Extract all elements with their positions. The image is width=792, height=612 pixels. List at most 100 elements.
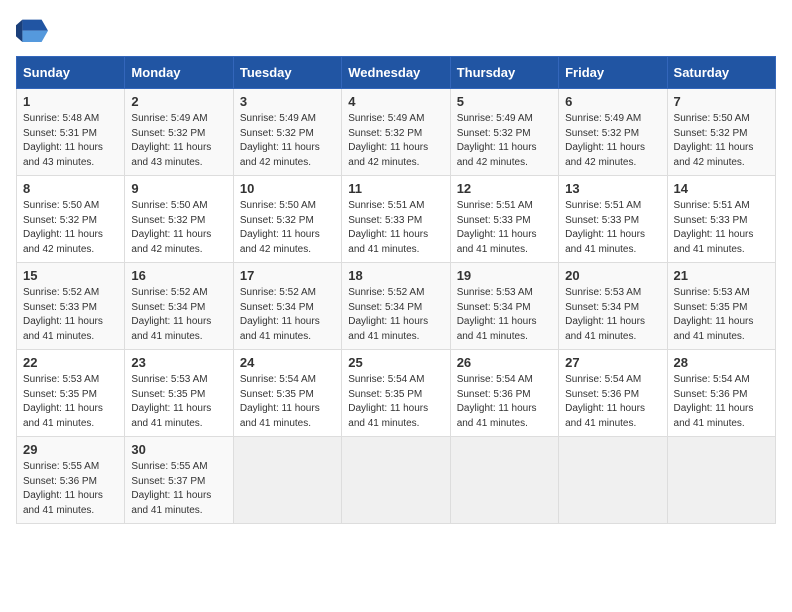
day-info: Sunrise: 5:53 AMSunset: 5:35 PMDaylight:… <box>131 373 226 431</box>
day-cell: 21 Sunrise: 5:53 AMSunset: 5:35 PMDayligh… <box>667 263 775 350</box>
day-cell: 11Sunrise: 5:51 AMSunset: 5:33 PMDayligh… <box>342 176 450 263</box>
calendar-header: SundayMondayTuesdayWednesdayThursdayFrid… <box>17 57 776 89</box>
day-info: Sunrise: 5:54 AMSunset: 5:36 PMDaylight:… <box>565 373 660 431</box>
column-header-sunday: Sunday <box>17 57 125 89</box>
day-info: Sunrise: 5:54 AMSunset: 5:35 PMDaylight:… <box>348 373 443 431</box>
day-cell: 24 Sunrise: 5:54 AMSunset: 5:35 PMDayligh… <box>233 350 341 437</box>
column-header-tuesday: Tuesday <box>233 57 341 89</box>
day-info: Sunrise: 5:53 AMSunset: 5:34 PMDaylight:… <box>457 286 552 344</box>
day-info: Sunrise: 5:51 AMSunset: 5:33 PMDaylight:… <box>457 199 552 257</box>
day-info: Sunrise: 5:55 AMSunset: 5:37 PMDaylight:… <box>131 460 226 518</box>
day-cell: 6 Sunrise: 5:49 AMSunset: 5:32 PMDaylight… <box>559 89 667 176</box>
day-info: Sunrise: 5:52 AMSunset: 5:34 PMDaylight:… <box>348 286 443 344</box>
day-info: Sunrise: 5:54 AMSunset: 5:35 PMDaylight:… <box>240 373 335 431</box>
day-number: 30 <box>131 442 226 457</box>
column-header-friday: Friday <box>559 57 667 89</box>
day-number: 25 <box>348 355 443 370</box>
day-cell: 26 Sunrise: 5:54 AMSunset: 5:36 PMDayligh… <box>450 350 558 437</box>
day-cell: 2 Sunrise: 5:49 AMSunset: 5:32 PMDaylight… <box>125 89 233 176</box>
day-info: Sunrise: 5:54 AMSunset: 5:36 PMDaylight:… <box>674 373 769 431</box>
calendar-table: SundayMondayTuesdayWednesdayThursdayFrid… <box>16 56 776 524</box>
day-number: 24 <box>240 355 335 370</box>
day-info: Sunrise: 5:50 AMSunset: 5:32 PMDaylight:… <box>674 112 769 170</box>
day-number: 20 <box>565 268 660 283</box>
day-cell: 27 Sunrise: 5:54 AMSunset: 5:36 PMDayligh… <box>559 350 667 437</box>
day-cell: 17 Sunrise: 5:52 AMSunset: 5:34 PMDayligh… <box>233 263 341 350</box>
day-cell <box>233 437 341 524</box>
day-cell: 10 Sunrise: 5:50 AMSunset: 5:32 PMDayligh… <box>233 176 341 263</box>
day-number: 28 <box>674 355 769 370</box>
day-number: 2 <box>131 94 226 109</box>
day-cell: 23 Sunrise: 5:53 AMSunset: 5:35 PMDayligh… <box>125 350 233 437</box>
column-header-wednesday: Wednesday <box>342 57 450 89</box>
week-row-3: 15 Sunrise: 5:52 AMSunset: 5:33 PMDayligh… <box>17 263 776 350</box>
day-number: 1 <box>23 94 118 109</box>
column-header-saturday: Saturday <box>667 57 775 89</box>
day-cell: 8Sunrise: 5:50 AMSunset: 5:32 PMDaylight… <box>17 176 125 263</box>
day-number: 27 <box>565 355 660 370</box>
day-info: Sunrise: 5:50 AMSunset: 5:32 PMDaylight:… <box>131 199 226 257</box>
day-number: 23 <box>131 355 226 370</box>
day-info: Sunrise: 5:49 AMSunset: 5:32 PMDaylight:… <box>131 112 226 170</box>
day-info: Sunrise: 5:53 AMSunset: 5:34 PMDaylight:… <box>565 286 660 344</box>
day-cell: 14Sunrise: 5:51 AMSunset: 5:33 PMDayligh… <box>667 176 775 263</box>
header-row: SundayMondayTuesdayWednesdayThursdayFrid… <box>17 57 776 89</box>
day-cell: 5 Sunrise: 5:49 AMSunset: 5:32 PMDaylight… <box>450 89 558 176</box>
day-info: Sunrise: 5:48 AMSunset: 5:31 PMDaylight:… <box>23 112 118 170</box>
column-header-thursday: Thursday <box>450 57 558 89</box>
day-info: Sunrise: 5:50 AMSunset: 5:32 PMDaylight:… <box>240 199 335 257</box>
day-number: 4 <box>348 94 443 109</box>
day-cell <box>559 437 667 524</box>
day-number: 17 <box>240 268 335 283</box>
day-cell: 19 Sunrise: 5:53 AMSunset: 5:34 PMDayligh… <box>450 263 558 350</box>
day-number: 14 <box>674 181 769 196</box>
day-info: Sunrise: 5:52 AMSunset: 5:34 PMDaylight:… <box>240 286 335 344</box>
day-number: 19 <box>457 268 552 283</box>
day-info: Sunrise: 5:51 AMSunset: 5:33 PMDaylight:… <box>565 199 660 257</box>
day-number: 21 <box>674 268 769 283</box>
day-number: 5 <box>457 94 552 109</box>
week-row-5: 29 Sunrise: 5:55 AMSunset: 5:36 PMDayligh… <box>17 437 776 524</box>
day-info: Sunrise: 5:53 AMSunset: 5:35 PMDaylight:… <box>674 286 769 344</box>
day-info: Sunrise: 5:54 AMSunset: 5:36 PMDaylight:… <box>457 373 552 431</box>
day-number: 7 <box>674 94 769 109</box>
day-number: 11 <box>348 181 443 196</box>
day-cell <box>342 437 450 524</box>
day-cell: 29 Sunrise: 5:55 AMSunset: 5:36 PMDayligh… <box>17 437 125 524</box>
day-number: 12 <box>457 181 552 196</box>
day-number: 8 <box>23 181 118 196</box>
day-cell: 3Sunrise: 5:49 AMSunset: 5:32 PMDaylight… <box>233 89 341 176</box>
day-number: 22 <box>23 355 118 370</box>
logo-icon <box>16 16 48 44</box>
week-row-2: 8 Sunrise: 5:50 AMSunset: 5:32 PMDaylight… <box>17 176 776 263</box>
day-cell <box>450 437 558 524</box>
day-cell: 20 Sunrise: 5:53 AMSunset: 5:34 PMDayligh… <box>559 263 667 350</box>
day-number: 13 <box>565 181 660 196</box>
day-cell: 1 Sunrise: 5:48 AMSunset: 5:31 PMDaylight… <box>17 89 125 176</box>
page-header <box>16 16 776 44</box>
day-number: 29 <box>23 442 118 457</box>
day-info: Sunrise: 5:52 AMSunset: 5:33 PMDaylight:… <box>23 286 118 344</box>
week-row-1: 1 Sunrise: 5:48 AMSunset: 5:31 PMDaylight… <box>17 89 776 176</box>
day-cell: 30 Sunrise: 5:55 AMSunset: 5:37 PMDayligh… <box>125 437 233 524</box>
day-cell: 9Sunrise: 5:50 AMSunset: 5:32 PMDaylight… <box>125 176 233 263</box>
day-info: Sunrise: 5:49 AMSunset: 5:32 PMDaylight:… <box>240 112 335 170</box>
day-info: Sunrise: 5:52 AMSunset: 5:34 PMDaylight:… <box>131 286 226 344</box>
day-info: Sunrise: 5:49 AMSunset: 5:32 PMDaylight:… <box>565 112 660 170</box>
day-cell: 28 Sunrise: 5:54 AMSunset: 5:36 PMDayligh… <box>667 350 775 437</box>
day-info: Sunrise: 5:55 AMSunset: 5:36 PMDaylight:… <box>23 460 118 518</box>
day-number: 6 <box>565 94 660 109</box>
calendar-body: 1 Sunrise: 5:48 AMSunset: 5:31 PMDaylight… <box>17 89 776 524</box>
column-header-monday: Monday <box>125 57 233 89</box>
day-cell: 25 Sunrise: 5:54 AMSunset: 5:35 PMDayligh… <box>342 350 450 437</box>
day-cell: 22 Sunrise: 5:53 AMSunset: 5:35 PMDayligh… <box>17 350 125 437</box>
week-row-4: 22 Sunrise: 5:53 AMSunset: 5:35 PMDayligh… <box>17 350 776 437</box>
logo <box>16 16 52 44</box>
day-number: 10 <box>240 181 335 196</box>
day-cell <box>667 437 775 524</box>
day-info: Sunrise: 5:49 AMSunset: 5:32 PMDaylight:… <box>457 112 552 170</box>
day-number: 15 <box>23 268 118 283</box>
day-number: 26 <box>457 355 552 370</box>
day-info: Sunrise: 5:53 AMSunset: 5:35 PMDaylight:… <box>23 373 118 431</box>
day-cell: 4Sunrise: 5:49 AMSunset: 5:32 PMDaylight… <box>342 89 450 176</box>
